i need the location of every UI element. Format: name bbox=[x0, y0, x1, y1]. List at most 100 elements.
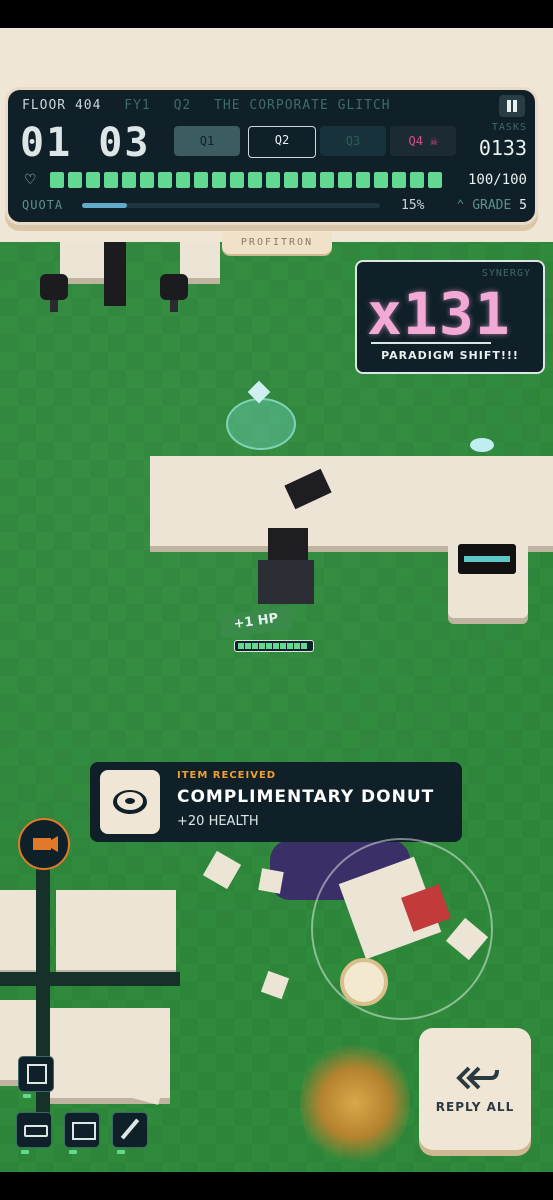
explosion-burst bbox=[300, 1038, 410, 1168]
player-health-segment bbox=[259, 643, 265, 649]
player-health-segment bbox=[280, 643, 286, 649]
health-segment bbox=[248, 172, 262, 188]
quarter-q2: Q2 bbox=[248, 126, 316, 158]
item-toast: ITEM RECEIVED COMPLIMENTARY DONUT +20 HE… bbox=[90, 762, 462, 842]
tasks-label: TASKS bbox=[491, 122, 527, 133]
grade-label: GRADE bbox=[472, 198, 512, 213]
health-segment bbox=[302, 172, 316, 188]
health-segment bbox=[230, 172, 244, 188]
synergy-label: SYNERGY bbox=[481, 268, 531, 279]
health-bar bbox=[50, 172, 444, 188]
paper-debris bbox=[260, 970, 290, 1000]
health-segment bbox=[284, 172, 298, 188]
image-tool-button[interactable] bbox=[18, 1056, 54, 1098]
player-health-segment bbox=[273, 643, 279, 649]
grade-display: ⌃ GRADE 5 bbox=[457, 198, 527, 213]
health-segment bbox=[50, 172, 64, 188]
health-segment bbox=[212, 172, 226, 188]
quota-fill bbox=[82, 203, 127, 208]
mail-tool-button[interactable] bbox=[64, 1112, 100, 1154]
player-health-segment bbox=[245, 643, 251, 649]
player-health-bar bbox=[234, 640, 314, 652]
player-health-segment bbox=[294, 643, 300, 649]
stapler-icon bbox=[24, 1125, 48, 1137]
tasks-count: 0133 bbox=[478, 136, 527, 160]
grade-value: 5 bbox=[519, 198, 527, 213]
aim-joystick[interactable] bbox=[311, 838, 493, 1020]
health-segment bbox=[428, 172, 442, 188]
health-segment bbox=[158, 172, 172, 188]
hp-popup: +1 HP bbox=[218, 605, 294, 639]
computer-terminal bbox=[448, 538, 528, 618]
pen-icon bbox=[120, 1118, 140, 1140]
health-segment bbox=[266, 172, 280, 188]
counter-lamp bbox=[470, 438, 494, 452]
floor-label: FLOOR 404 bbox=[22, 98, 102, 113]
reply-all-button[interactable]: REPLY ALL bbox=[419, 1028, 531, 1150]
paper-debris bbox=[133, 1073, 165, 1105]
synergy-panel: SYNERGY x131 PARADIGM SHIFT!!! bbox=[355, 260, 545, 374]
health-segment bbox=[176, 172, 190, 188]
health-segment bbox=[86, 172, 100, 188]
health-segment bbox=[122, 172, 136, 188]
cubicle-desk bbox=[56, 890, 176, 970]
computer-screen bbox=[458, 544, 516, 574]
toast-title: COMPLIMENTARY DONUT bbox=[177, 787, 435, 807]
hud-header: FLOOR 404 FY1 Q2 THE CORPORATE GLITCH bbox=[22, 98, 405, 116]
divider-pillar bbox=[104, 242, 126, 306]
image-icon bbox=[27, 1064, 47, 1084]
health-segment bbox=[392, 172, 406, 188]
brand-plate: PROFITRON bbox=[222, 232, 332, 254]
status-hud: FLOOR 404 FY1 Q2 THE CORPORATE GLITCH 01… bbox=[8, 90, 535, 222]
pickup-zone bbox=[226, 398, 296, 450]
stapler-tool-button[interactable] bbox=[16, 1112, 52, 1154]
toast-subtitle: +20 HEALTH bbox=[177, 814, 259, 829]
health-value: 100/100 bbox=[467, 172, 527, 188]
game-screen: +1 HP FLOOR 404 FY1 Q2 THE CORPORATE GLI… bbox=[0, 0, 553, 1200]
quarter-q1: Q1 bbox=[174, 126, 240, 156]
tool-charge bbox=[117, 1150, 125, 1154]
health-segment bbox=[410, 172, 424, 188]
health-segment bbox=[356, 172, 370, 188]
heart-icon: ♡ bbox=[24, 172, 37, 188]
quota-bar bbox=[82, 203, 380, 208]
camera-icon bbox=[33, 836, 58, 852]
quota-label: QUOTA bbox=[22, 198, 64, 212]
quarter-q4: Q4 ☠ bbox=[390, 126, 456, 156]
tool-charge bbox=[21, 1150, 29, 1154]
player-head bbox=[268, 528, 308, 562]
pause-icon[interactable] bbox=[499, 95, 525, 117]
health-segment bbox=[338, 172, 352, 188]
reply-all-icon bbox=[456, 1066, 499, 1090]
synergy-multiplier: x131 bbox=[367, 280, 511, 348]
quota-percent: 15% bbox=[401, 198, 425, 213]
long-counter bbox=[150, 456, 553, 546]
joystick-knob[interactable] bbox=[340, 958, 388, 1006]
player-health-segment bbox=[266, 643, 272, 649]
mail-icon bbox=[72, 1122, 96, 1140]
office-chair bbox=[160, 274, 188, 312]
cubicle-divider bbox=[0, 972, 180, 986]
synergy-subtitle: PARADIGM SHIFT!!! bbox=[381, 349, 519, 362]
tool-charge bbox=[23, 1094, 31, 1098]
tool-charge bbox=[69, 1150, 77, 1154]
fiscal-year-label: FY1 bbox=[124, 98, 151, 113]
timer: 01 03 bbox=[20, 120, 151, 166]
player-health-segment bbox=[238, 643, 244, 649]
pen-tool-button[interactable] bbox=[112, 1112, 148, 1154]
player-body bbox=[258, 560, 314, 604]
synergy-underline bbox=[371, 342, 491, 344]
player-character bbox=[252, 468, 332, 608]
grade-chevron-icon: ⌃ bbox=[456, 198, 473, 213]
health-segment bbox=[68, 172, 82, 188]
health-segment bbox=[104, 172, 118, 188]
player-health-segment bbox=[252, 643, 258, 649]
health-segment bbox=[320, 172, 334, 188]
office-chair bbox=[40, 274, 68, 312]
reply-all-label: REPLY ALL bbox=[435, 1100, 515, 1114]
toast-label: ITEM RECEIVED bbox=[177, 770, 277, 781]
camera-button[interactable] bbox=[18, 818, 70, 870]
health-segment bbox=[374, 172, 388, 188]
donut-icon bbox=[100, 770, 160, 834]
paper-debris bbox=[202, 850, 242, 890]
